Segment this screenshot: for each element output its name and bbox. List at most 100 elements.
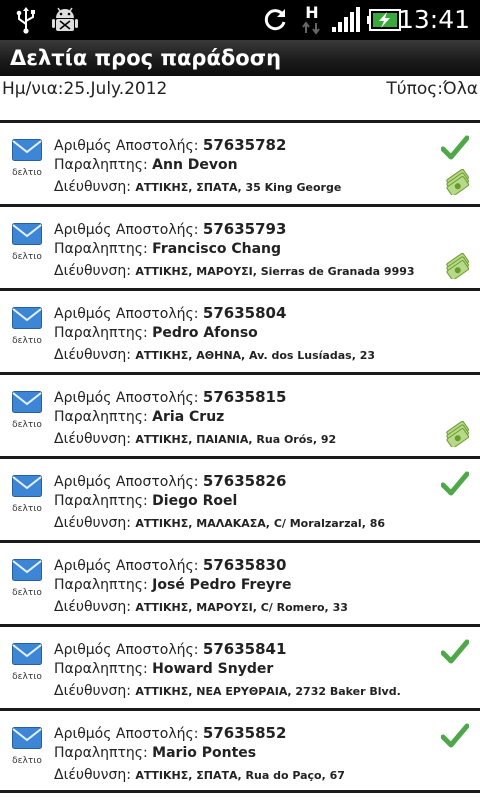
recipient-name: Pedro Afonso	[152, 325, 258, 341]
network-type-label: H	[305, 3, 319, 22]
recipient-line: Παραληπτης: José Pedro Freyre	[54, 577, 291, 593]
list-divider	[0, 790, 480, 793]
recipient-name: Diego Roel	[152, 493, 238, 509]
delivered-check-icon	[441, 723, 469, 748]
delivery-row[interactable]: δελτιο Αριθμός Αποστολής: 57635815 Παραλ…	[0, 372, 480, 456]
address-label: Διέυθυνση:	[54, 515, 131, 531]
android-debug-icon	[50, 0, 80, 40]
status-bar: H 13:41	[0, 0, 480, 40]
recipient-label: Παραληπτης:	[54, 493, 148, 509]
address-line: Διέυθυνση: ΑΤΤΙΚΗΣ, ΣΠΑΤΑ, 35 King Georg…	[54, 179, 341, 195]
recipient-name: Howard Snyder	[152, 661, 274, 677]
shipment-number: 57635793	[202, 220, 287, 238]
address-line: Διέυθυνση: ΑΤΤΙΚΗΣ, ΠΑΙΑΝΙΑ, Rua Orós, 9…	[54, 431, 336, 447]
recipient-label: Παραληπτης:	[54, 409, 148, 425]
address-value: ΑΤΤΙΚΗΣ, ΜΑΡΟΥΣΙ, C/ Romero, 33	[135, 601, 348, 614]
recipient-label: Παραληπτης:	[54, 157, 148, 173]
address-label: Διέυθυνση:	[54, 263, 131, 279]
shipment-number: 57635826	[202, 472, 287, 490]
envelope-label: δελτιο	[12, 168, 42, 178]
network-h-icon: H	[300, 0, 324, 40]
envelope-icon	[12, 223, 42, 245]
shipment-label: Αριθμός Αποστολής:	[54, 474, 199, 490]
address-value: ΑΤΤΙΚΗΣ, ΜΑΡΟΥΣΙ, Sierras de Granada 999…	[135, 265, 415, 278]
date-filter[interactable]: Ημ/νια:25.July.2012	[2, 79, 167, 99]
shipment-line: Αριθμός Αποστολής: 57635852	[54, 724, 286, 742]
delivered-check-icon	[441, 639, 469, 664]
cash-payment-icon	[446, 253, 469, 279]
recipient-label: Παραληπτης:	[54, 661, 148, 677]
delivery-row[interactable]: δελτιο Αριθμός Αποστολής: 57635804 Παραλ…	[0, 288, 480, 372]
cash-payment-icon	[446, 169, 469, 195]
cash-payment-icon	[446, 421, 469, 447]
address-value: ΑΤΤΙΚΗΣ, ΣΠΑΤΑ, Rua do Paço, 67	[135, 769, 345, 782]
delivered-check-icon	[441, 135, 469, 160]
recipient-label: Παραληπτης:	[54, 577, 148, 593]
shipment-number: 57635830	[202, 556, 287, 574]
shipment-number: 57635804	[202, 304, 287, 322]
delivery-row[interactable]: δελτιο Αριθμός Αποστολής: 57635852 Παραλ…	[0, 708, 480, 792]
shipment-label: Αριθμός Αποστολής:	[54, 726, 199, 742]
address-value: ΑΤΤΙΚΗΣ, ΝΕΑ ΕΡΥΘΡΑΙΑ, 2732 Baker Blvd.	[135, 685, 401, 698]
title-bar: Δελτία προς παράδοση	[0, 40, 480, 76]
shipment-label: Αριθμός Αποστολής:	[54, 390, 199, 406]
envelope-icon	[12, 475, 42, 497]
shipment-number: 57635841	[202, 640, 287, 658]
shipment-number: 57635782	[202, 136, 287, 154]
battery-charging-icon	[366, 0, 402, 40]
shipment-line: Αριθμός Αποστολής: 57635793	[54, 220, 286, 238]
envelope-label: δελτιο	[12, 420, 42, 430]
shipment-label: Αριθμός Αποστολής:	[54, 642, 199, 658]
address-label: Διέυθυνση:	[54, 767, 131, 783]
recipient-line: Παραληπτης: Aria Cruz	[54, 409, 224, 425]
envelope-label: δελτιο	[12, 336, 42, 346]
shipment-label: Αριθμός Αποστολής:	[54, 306, 199, 322]
recipient-name: Francisco Chang	[152, 241, 282, 257]
shipment-label: Αριθμός Αποστολής:	[54, 558, 199, 574]
delivered-check-icon	[441, 471, 469, 496]
recipient-line: Παραληπτης: Howard Snyder	[54, 661, 273, 677]
shipment-number: 57635815	[202, 388, 287, 406]
recipient-label: Παραληπτης:	[54, 325, 148, 341]
shipment-label: Αριθμός Αποστολής:	[54, 222, 199, 238]
delivery-row[interactable]: δελτιο Αριθμός Αποστολής: 57635841 Παραλ…	[0, 624, 480, 708]
recipient-line: Παραληπτης: Pedro Afonso	[54, 325, 258, 341]
type-filter[interactable]: Τύπος:Όλα	[386, 79, 478, 99]
delivery-row[interactable]: δελτιο Αριθμός Αποστολής: 57635830 Παραλ…	[0, 540, 480, 624]
recipient-name: Aria Cruz	[152, 409, 225, 425]
address-label: Διέυθυνση:	[54, 347, 131, 363]
envelope-icon	[12, 643, 42, 665]
envelope-icon	[12, 139, 42, 161]
address-line: Διέυθυνση: ΑΤΤΙΚΗΣ, ΜΑΡΟΥΣΙ, Sierras de …	[54, 263, 415, 279]
envelope-label: δελτιο	[12, 252, 42, 262]
recipient-label: Παραληπτης:	[54, 241, 148, 257]
recipient-line: Παραληπτης: Francisco Chang	[54, 241, 281, 257]
address-label: Διέυθυνση:	[54, 431, 131, 447]
signal-icon	[330, 0, 364, 40]
delivery-row[interactable]: δελτιο Αριθμός Αποστολής: 57635826 Παραλ…	[0, 456, 480, 540]
envelope-icon	[12, 391, 42, 413]
recipient-name: Ann Devon	[152, 157, 238, 173]
page-title: Δελτία προς παράδοση	[10, 46, 282, 70]
address-value: ΑΤΤΙΚΗΣ, ΑΘΗΝΑ, Av. dos Lusíadas, 23	[135, 349, 376, 362]
shipment-line: Αριθμός Αποστολής: 57635782	[54, 136, 286, 154]
address-line: Διέυθυνση: ΑΤΤΙΚΗΣ, ΜΑΛΑΚΑΣΑ, C/ Moralza…	[54, 515, 385, 531]
delivery-list[interactable]: δελτιο Αριθμός Αποστολής: 57635782 Παραλ…	[0, 104, 480, 792]
address-label: Διέυθυνση:	[54, 179, 131, 195]
address-line: Διέυθυνση: ΑΤΤΙΚΗΣ, ΑΘΗΝΑ, Av. dos Lusía…	[54, 347, 375, 363]
envelope-icon	[12, 307, 42, 329]
address-line: Διέυθυνση: ΑΤΤΙΚΗΣ, ΣΠΑΤΑ, Rua do Paço, …	[54, 767, 345, 783]
envelope-label: δελτιο	[12, 588, 42, 598]
address-line: Διέυθυνση: ΑΤΤΙΚΗΣ, ΜΑΡΟΥΣΙ, C/ Romero, …	[54, 599, 348, 615]
shipment-line: Αριθμός Αποστολής: 57635830	[54, 556, 286, 574]
envelope-icon	[12, 727, 42, 749]
recipient-label: Παραληπτης:	[54, 745, 148, 761]
shipment-line: Αριθμός Αποστολής: 57635815	[54, 388, 286, 406]
envelope-label: δελτιο	[12, 756, 42, 766]
shipment-line: Αριθμός Αποστολής: 57635826	[54, 472, 286, 490]
delivery-row[interactable]: δελτιο Αριθμός Αποστολής: 57635793 Παραλ…	[0, 204, 480, 288]
delivery-row[interactable]: δελτιο Αριθμός Αποστολής: 57635782 Παραλ…	[0, 120, 480, 204]
address-value: ΑΤΤΙΚΗΣ, ΣΠΑΤΑ, 35 King George	[135, 181, 342, 194]
filter-bar: Ημ/νια:25.July.2012 Τύπος:Όλα	[0, 76, 480, 104]
usb-icon	[12, 0, 40, 40]
